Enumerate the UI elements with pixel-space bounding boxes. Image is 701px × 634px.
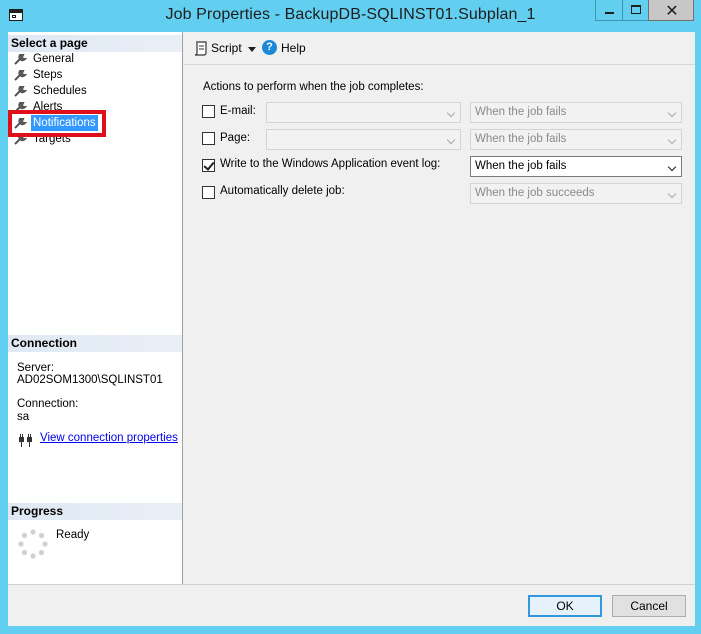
page-operator-select[interactable] bbox=[266, 129, 461, 150]
help-label: Help bbox=[281, 41, 306, 55]
event-log-checkbox[interactable] bbox=[202, 159, 215, 172]
script-label: Script bbox=[211, 41, 242, 55]
annotation-highlight-box bbox=[8, 110, 106, 137]
progress-header: Progress bbox=[8, 503, 182, 520]
chevron-down-icon bbox=[667, 189, 677, 199]
toolbar: Script ? Help bbox=[184, 32, 695, 65]
nav-item-label: Steps bbox=[33, 69, 63, 81]
page-checkbox[interactable] bbox=[202, 132, 215, 145]
nav-item-label: Schedules bbox=[33, 85, 87, 97]
dialog-window: Job Properties - BackupDB-SQLINST01.Subp… bbox=[0, 0, 701, 634]
page-condition-value: When the job fails bbox=[475, 133, 567, 145]
email-condition-select[interactable]: When the job fails bbox=[470, 102, 682, 123]
maximize-button[interactable] bbox=[622, 0, 649, 21]
chevron-down-icon bbox=[446, 135, 456, 145]
event-log-condition-value: When the job fails bbox=[475, 160, 567, 172]
page-label: Page: bbox=[220, 132, 251, 144]
email-label: E-mail: bbox=[220, 105, 256, 117]
minimize-icon bbox=[605, 12, 614, 14]
server-label: Server: bbox=[17, 362, 55, 374]
dialog-button-bar: OK Cancel bbox=[8, 584, 695, 626]
close-button[interactable]: ✕ bbox=[648, 0, 694, 21]
wrench-icon bbox=[14, 86, 27, 97]
view-connection-properties-link[interactable]: View connection properties bbox=[40, 432, 178, 444]
server-value: AD02SOM1300\SQLINST01 bbox=[17, 374, 163, 386]
progress-status: Ready bbox=[56, 529, 90, 541]
page-condition-select[interactable]: When the job fails bbox=[470, 129, 682, 150]
actions-intro-label: Actions to perform when the job complete… bbox=[203, 81, 424, 93]
event-log-condition-select[interactable]: When the job fails bbox=[470, 156, 682, 177]
nav-item-label: General bbox=[33, 53, 74, 65]
chevron-down-icon bbox=[667, 108, 677, 118]
delete-job-condition-select[interactable]: When the job succeeds bbox=[470, 183, 682, 204]
delete-job-condition-value: When the job succeeds bbox=[475, 187, 595, 199]
email-checkbox[interactable] bbox=[202, 105, 215, 118]
help-icon: ? bbox=[262, 40, 277, 55]
connection-header: Connection bbox=[8, 335, 182, 352]
left-pane: Select a page General Steps Schedules Al… bbox=[8, 32, 183, 584]
minimize-button[interactable] bbox=[595, 0, 623, 21]
maximize-icon bbox=[631, 5, 641, 14]
cancel-button[interactable]: Cancel bbox=[612, 595, 686, 617]
delete-job-label: Automatically delete job: bbox=[220, 185, 345, 197]
select-page-header: Select a page bbox=[8, 35, 182, 52]
chevron-down-icon bbox=[446, 108, 456, 118]
wrench-icon bbox=[14, 70, 27, 81]
email-operator-select[interactable] bbox=[266, 102, 461, 123]
connection-value: sa bbox=[17, 411, 30, 423]
connection-plug-icon bbox=[19, 434, 32, 447]
script-icon bbox=[194, 41, 207, 56]
email-condition-value: When the job fails bbox=[475, 106, 567, 118]
event-log-label: Write to the Windows Application event l… bbox=[220, 158, 441, 170]
connection-label: Connection: bbox=[17, 398, 79, 410]
notifications-page: Actions to perform when the job complete… bbox=[184, 66, 695, 584]
wrench-icon bbox=[14, 54, 27, 65]
ok-button[interactable]: OK bbox=[528, 595, 602, 617]
script-dropdown-arrow-icon[interactable] bbox=[248, 47, 256, 52]
dialog-client-area: Select a page General Steps Schedules Al… bbox=[8, 32, 695, 626]
progress-spinner-icon bbox=[18, 529, 48, 559]
delete-job-checkbox[interactable] bbox=[202, 186, 215, 199]
title-bar[interactable]: Job Properties - BackupDB-SQLINST01.Subp… bbox=[0, 0, 701, 32]
close-icon: ✕ bbox=[665, 1, 679, 20]
chevron-down-icon bbox=[667, 135, 677, 145]
chevron-down-icon bbox=[667, 162, 677, 172]
